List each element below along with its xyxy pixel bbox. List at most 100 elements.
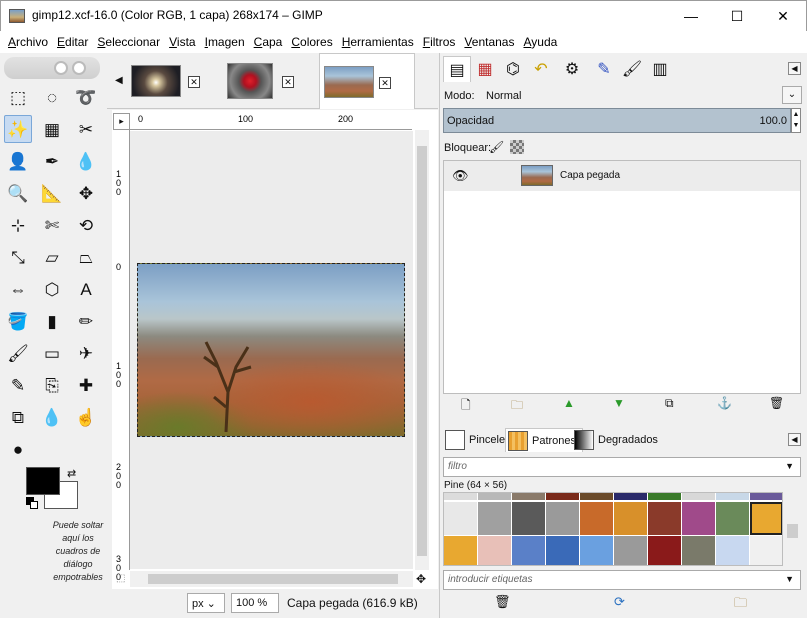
pattern-swatch[interactable]	[512, 493, 545, 500]
visibility-eye-icon[interactable]: 👁	[452, 168, 469, 184]
menu-ayuda[interactable]: Ayuda	[523, 35, 557, 49]
tags-input[interactable]: introducir etiquetas ▼	[443, 570, 801, 590]
measure-tool-icon[interactable]: 📐	[38, 179, 66, 207]
canvas-vertical-scrollbar[interactable]	[415, 130, 429, 570]
foreground-color[interactable]	[26, 467, 60, 495]
tool-options-tab-icon[interactable]: ⚙	[558, 56, 586, 82]
pattern-swatch[interactable]	[750, 493, 782, 500]
opacity-spin-buttons[interactable]: ▲ ▼	[791, 108, 801, 133]
color-picker-tool-icon[interactable]: 💧	[72, 147, 100, 175]
pattern-swatch[interactable]	[716, 536, 749, 565]
new-layer-group-icon[interactable]: 🗀	[511, 396, 523, 417]
airbrush-tool-icon[interactable]: ✈	[72, 339, 100, 367]
pattern-filter-input[interactable]: filtro ▼	[443, 457, 801, 477]
canvas-horizontal-scrollbar[interactable]	[130, 571, 413, 587]
paths-tab-icon[interactable]: ⌬	[499, 56, 527, 82]
delete-layer-icon[interactable]: 🗑	[769, 396, 784, 410]
clone-tool-icon[interactable]: ⎘	[38, 371, 66, 399]
refresh-patterns-icon[interactable]: ⟳	[614, 594, 625, 610]
new-layer-icon[interactable]: 🗋	[461, 396, 471, 417]
minimize-button[interactable]: —	[668, 1, 714, 31]
perspective-clone-tool-icon[interactable]: ⧉	[4, 403, 32, 431]
pattern-swatch[interactable]	[444, 502, 477, 535]
pattern-swatch[interactable]	[444, 493, 477, 500]
align-tool-icon[interactable]: ⊹	[4, 211, 32, 239]
zoom-on-resize-icon[interactable]: ⬚	[116, 573, 125, 584]
paths-tool-icon[interactable]: ✒	[38, 147, 66, 175]
menu-editar[interactable]: Editar	[57, 35, 88, 49]
lock-pixels-icon[interactable]: 🖌	[489, 140, 504, 154]
horizontal-ruler[interactable]: 0 100 200	[130, 113, 412, 130]
layer-row[interactable]: 👁 Capa pegada	[444, 161, 800, 191]
pattern-swatch[interactable]	[614, 493, 647, 500]
pattern-swatch[interactable]	[614, 502, 647, 535]
pattern-swatch[interactable]	[546, 536, 579, 565]
navigate-icon[interactable]: ✥	[416, 572, 426, 586]
mode-select[interactable]: Normal	[486, 90, 521, 102]
pattern-swatch[interactable]	[750, 502, 782, 535]
pattern-swatch[interactable]	[716, 502, 749, 535]
close-tab-icon[interactable]: ✕	[379, 77, 391, 89]
pattern-swatch[interactable]	[716, 493, 749, 500]
smudge-tool-icon[interactable]: ☝	[72, 403, 100, 431]
eraser-tool-icon[interactable]: ▭	[38, 339, 66, 367]
pattern-swatch[interactable]	[512, 502, 545, 535]
cage-tool-icon[interactable]: ⬡	[38, 275, 66, 303]
image-tab-1[interactable]: ✕	[127, 53, 223, 109]
scale-tool-icon[interactable]: ⤡	[4, 243, 32, 271]
layer-name[interactable]: Capa pegada	[560, 170, 620, 181]
image-tab-2[interactable]: ✕	[223, 53, 319, 109]
ellipse-select-tool-icon[interactable]: ◌	[38, 83, 66, 111]
open-pattern-icon[interactable]: 🗑	[494, 594, 511, 610]
close-tab-icon[interactable]: ✕	[188, 76, 200, 88]
pencil-tool-icon[interactable]: ✏	[72, 307, 100, 335]
fuzzy-select-tool-icon[interactable]: ✨	[4, 115, 32, 143]
menu-herramientas[interactable]: Herramientas	[342, 35, 414, 49]
select-by-color-tool-icon[interactable]: ▦	[38, 115, 66, 143]
pattern-swatch[interactable]	[546, 502, 579, 535]
bucket-fill-tool-icon[interactable]: 🪣	[4, 307, 32, 335]
lower-layer-icon[interactable]: ▼	[613, 396, 625, 410]
pattern-swatch[interactable]	[580, 502, 613, 535]
shear-tool-icon[interactable]: ▱	[38, 243, 66, 271]
undo-history-tab-icon[interactable]: ↶	[527, 56, 555, 82]
close-tab-icon[interactable]: ✕	[282, 76, 294, 88]
raise-layer-icon[interactable]: ▲	[563, 396, 575, 410]
scissors-select-tool-icon[interactable]: ✂	[72, 115, 100, 143]
brushes-tab-icon[interactable]: ✎	[590, 56, 618, 82]
maximize-button[interactable]: ☐	[714, 1, 760, 31]
wilber-drop-area[interactable]	[4, 57, 100, 79]
blend-tool-icon[interactable]: ▮	[38, 307, 66, 335]
pattern-swatch[interactable]	[478, 493, 511, 500]
vertical-ruler[interactable]: 100 0 100 200 300	[113, 130, 130, 582]
pattern-swatch[interactable]	[478, 536, 511, 565]
menu-ventanas[interactable]: Ventanas	[464, 35, 514, 49]
unit-select[interactable]: px ⌄	[187, 593, 225, 613]
menu-colores[interactable]: Colores	[291, 35, 332, 49]
menu-vista[interactable]: Vista	[169, 35, 195, 49]
channels-tab-icon[interactable]: ▦	[471, 56, 499, 82]
free-select-tool-icon[interactable]: ➰	[72, 83, 100, 111]
swap-colors-icon[interactable]: ⇄	[67, 467, 76, 480]
tab-gradients[interactable]: Degradados	[572, 428, 664, 452]
move-tool-icon[interactable]: ✥	[72, 179, 100, 207]
image-tab-3[interactable]: ✕	[319, 53, 415, 109]
flip-tool-icon[interactable]: ⇔	[4, 275, 32, 303]
menu-capa[interactable]: Capa	[254, 35, 283, 49]
pattern-swatch[interactable]	[478, 502, 511, 535]
pattern-folder-icon[interactable]: 🗀	[734, 594, 747, 616]
menu-seleccionar[interactable]: Seleccionar	[97, 35, 160, 49]
pattern-swatch[interactable]	[682, 493, 715, 500]
zoom-tool-icon[interactable]: 🔍	[4, 179, 32, 207]
paintbrush-tab-icon[interactable]: 🖌	[618, 56, 646, 82]
pattern-swatch[interactable]	[682, 502, 715, 535]
pattern-swatch[interactable]	[648, 502, 681, 535]
menu-imagen[interactable]: Imagen	[205, 35, 245, 49]
dodge-burn-tool-icon[interactable]: ●	[4, 435, 32, 463]
dock-menu-icon[interactable]: ◀	[788, 62, 801, 75]
opacity-slider[interactable]: Opacidad 100.0	[443, 108, 791, 133]
pattern-swatch[interactable]	[682, 536, 715, 565]
pattern-swatch[interactable]	[648, 536, 681, 565]
pattern-scrollbar[interactable]	[784, 492, 801, 566]
heal-tool-icon[interactable]: ✚	[72, 371, 100, 399]
